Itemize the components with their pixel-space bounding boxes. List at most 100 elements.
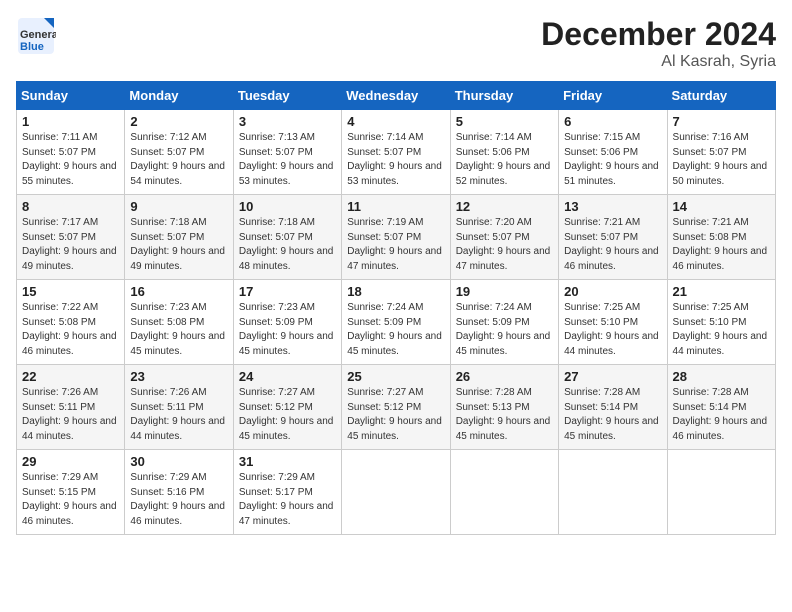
day-info: Sunrise: 7:25 AM Sunset: 5:10 PM Dayligh… [673,302,768,357]
calendar-cell [559,450,667,535]
calendar-cell: 24 Sunrise: 7:27 AM Sunset: 5:12 PM Dayl… [233,365,341,450]
calendar-cell: 19 Sunrise: 7:24 AM Sunset: 5:09 PM Dayl… [450,280,558,365]
calendar-cell: 12 Sunrise: 7:20 AM Sunset: 5:07 PM Dayl… [450,195,558,280]
day-number: 31 [239,454,336,469]
calendar-week-row: 8 Sunrise: 7:17 AM Sunset: 5:07 PM Dayli… [17,195,776,280]
calendar-cell: 20 Sunrise: 7:25 AM Sunset: 5:10 PM Dayl… [559,280,667,365]
calendar-header-row: SundayMondayTuesdayWednesdayThursdayFrid… [17,82,776,110]
day-info: Sunrise: 7:19 AM Sunset: 5:07 PM Dayligh… [347,217,442,272]
day-info: Sunrise: 7:16 AM Sunset: 5:07 PM Dayligh… [673,132,768,187]
column-header-thursday: Thursday [450,82,558,110]
day-info: Sunrise: 7:28 AM Sunset: 5:14 PM Dayligh… [673,387,768,442]
day-number: 20 [564,284,661,299]
day-number: 5 [456,114,553,129]
calendar-cell: 17 Sunrise: 7:23 AM Sunset: 5:09 PM Dayl… [233,280,341,365]
day-number: 10 [239,199,336,214]
calendar-cell [342,450,450,535]
day-info: Sunrise: 7:27 AM Sunset: 5:12 PM Dayligh… [239,387,334,442]
column-header-friday: Friday [559,82,667,110]
day-info: Sunrise: 7:15 AM Sunset: 5:06 PM Dayligh… [564,132,659,187]
month-title: December 2024 [541,16,776,53]
day-number: 25 [347,369,444,384]
calendar-cell: 7 Sunrise: 7:16 AM Sunset: 5:07 PM Dayli… [667,110,775,195]
logo: General Blue [16,16,56,56]
day-number: 27 [564,369,661,384]
day-number: 18 [347,284,444,299]
day-info: Sunrise: 7:14 AM Sunset: 5:07 PM Dayligh… [347,132,442,187]
calendar-cell: 5 Sunrise: 7:14 AM Sunset: 5:06 PM Dayli… [450,110,558,195]
day-info: Sunrise: 7:28 AM Sunset: 5:14 PM Dayligh… [564,387,659,442]
calendar-cell [667,450,775,535]
calendar-cell: 10 Sunrise: 7:18 AM Sunset: 5:07 PM Dayl… [233,195,341,280]
calendar-cell: 4 Sunrise: 7:14 AM Sunset: 5:07 PM Dayli… [342,110,450,195]
day-number: 17 [239,284,336,299]
day-info: Sunrise: 7:17 AM Sunset: 5:07 PM Dayligh… [22,217,117,272]
day-number: 7 [673,114,770,129]
day-number: 14 [673,199,770,214]
day-info: Sunrise: 7:11 AM Sunset: 5:07 PM Dayligh… [22,132,117,187]
day-number: 6 [564,114,661,129]
day-number: 9 [130,199,227,214]
calendar-cell: 27 Sunrise: 7:28 AM Sunset: 5:14 PM Dayl… [559,365,667,450]
day-info: Sunrise: 7:24 AM Sunset: 5:09 PM Dayligh… [347,302,442,357]
day-info: Sunrise: 7:18 AM Sunset: 5:07 PM Dayligh… [239,217,334,272]
column-header-wednesday: Wednesday [342,82,450,110]
column-header-saturday: Saturday [667,82,775,110]
day-number: 28 [673,369,770,384]
calendar-cell: 28 Sunrise: 7:28 AM Sunset: 5:14 PM Dayl… [667,365,775,450]
day-number: 23 [130,369,227,384]
day-number: 1 [22,114,119,129]
calendar-cell: 9 Sunrise: 7:18 AM Sunset: 5:07 PM Dayli… [125,195,233,280]
calendar-cell: 3 Sunrise: 7:13 AM Sunset: 5:07 PM Dayli… [233,110,341,195]
day-info: Sunrise: 7:25 AM Sunset: 5:10 PM Dayligh… [564,302,659,357]
day-number: 26 [456,369,553,384]
calendar-cell: 23 Sunrise: 7:26 AM Sunset: 5:11 PM Dayl… [125,365,233,450]
calendar-cell: 18 Sunrise: 7:24 AM Sunset: 5:09 PM Dayl… [342,280,450,365]
location: Al Kasrah, Syria [541,53,776,71]
calendar-cell: 29 Sunrise: 7:29 AM Sunset: 5:15 PM Dayl… [17,450,125,535]
day-number: 24 [239,369,336,384]
calendar-cell: 6 Sunrise: 7:15 AM Sunset: 5:06 PM Dayli… [559,110,667,195]
calendar-cell: 16 Sunrise: 7:23 AM Sunset: 5:08 PM Dayl… [125,280,233,365]
column-header-monday: Monday [125,82,233,110]
day-number: 19 [456,284,553,299]
day-info: Sunrise: 7:21 AM Sunset: 5:08 PM Dayligh… [673,217,768,272]
day-info: Sunrise: 7:21 AM Sunset: 5:07 PM Dayligh… [564,217,659,272]
day-info: Sunrise: 7:26 AM Sunset: 5:11 PM Dayligh… [22,387,117,442]
day-info: Sunrise: 7:26 AM Sunset: 5:11 PM Dayligh… [130,387,225,442]
day-number: 21 [673,284,770,299]
column-header-sunday: Sunday [17,82,125,110]
title-section: December 2024 Al Kasrah, Syria [541,16,776,71]
day-info: Sunrise: 7:28 AM Sunset: 5:13 PM Dayligh… [456,387,551,442]
day-info: Sunrise: 7:13 AM Sunset: 5:07 PM Dayligh… [239,132,334,187]
calendar-cell: 21 Sunrise: 7:25 AM Sunset: 5:10 PM Dayl… [667,280,775,365]
calendar-cell: 1 Sunrise: 7:11 AM Sunset: 5:07 PM Dayli… [17,110,125,195]
svg-text:General: General [20,29,56,41]
day-info: Sunrise: 7:23 AM Sunset: 5:08 PM Dayligh… [130,302,225,357]
day-info: Sunrise: 7:22 AM Sunset: 5:08 PM Dayligh… [22,302,117,357]
day-number: 3 [239,114,336,129]
day-number: 8 [22,199,119,214]
day-number: 4 [347,114,444,129]
day-info: Sunrise: 7:23 AM Sunset: 5:09 PM Dayligh… [239,302,334,357]
day-info: Sunrise: 7:29 AM Sunset: 5:16 PM Dayligh… [130,472,225,527]
calendar-cell: 13 Sunrise: 7:21 AM Sunset: 5:07 PM Dayl… [559,195,667,280]
day-number: 16 [130,284,227,299]
day-info: Sunrise: 7:12 AM Sunset: 5:07 PM Dayligh… [130,132,225,187]
day-number: 15 [22,284,119,299]
day-info: Sunrise: 7:27 AM Sunset: 5:12 PM Dayligh… [347,387,442,442]
day-info: Sunrise: 7:20 AM Sunset: 5:07 PM Dayligh… [456,217,551,272]
calendar-week-row: 1 Sunrise: 7:11 AM Sunset: 5:07 PM Dayli… [17,110,776,195]
calendar-cell: 26 Sunrise: 7:28 AM Sunset: 5:13 PM Dayl… [450,365,558,450]
day-info: Sunrise: 7:18 AM Sunset: 5:07 PM Dayligh… [130,217,225,272]
day-info: Sunrise: 7:14 AM Sunset: 5:06 PM Dayligh… [456,132,551,187]
day-number: 29 [22,454,119,469]
calendar-cell [450,450,558,535]
column-header-tuesday: Tuesday [233,82,341,110]
day-number: 13 [564,199,661,214]
day-info: Sunrise: 7:29 AM Sunset: 5:15 PM Dayligh… [22,472,117,527]
logo-icon: General Blue [16,16,56,56]
calendar-cell: 15 Sunrise: 7:22 AM Sunset: 5:08 PM Dayl… [17,280,125,365]
calendar-week-row: 29 Sunrise: 7:29 AM Sunset: 5:15 PM Dayl… [17,450,776,535]
day-number: 11 [347,199,444,214]
